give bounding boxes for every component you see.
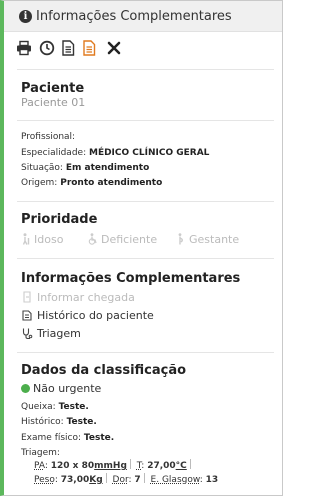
divider [17,201,274,202]
situacao-value: Em atendimento [65,163,150,173]
divider [17,352,274,353]
t-unit: °C [175,461,187,471]
info-panel: i Informações Complementares Paciente Pa… [0,0,283,496]
especialidade-value: MÉDICO CLÍNICO GERAL [88,148,210,158]
t-label: T [136,461,142,471]
dor-label: Dor [112,475,129,485]
vitals-row-2: Peso: 73,00Kg Dor: 7 E. Glasgow: 13 [34,473,219,485]
info-icon: i [19,10,32,23]
pregnant-icon [178,233,183,245]
situacao-row: Situação: Em atendimento [21,163,150,173]
divider [17,258,274,259]
wheelchair-icon [88,233,97,245]
arrival-icon [23,291,31,303]
history-icon [22,310,32,321]
historico-paciente-action[interactable]: Histórico do paciente [21,309,154,322]
elderly-icon [22,233,30,245]
report-icon[interactable] [81,40,97,56]
profissional-row: Profissional: [21,132,76,142]
risk-label: Não urgente [33,382,102,395]
peso-value: 73,00 [60,475,90,485]
historico-row: Histórico: Teste. [21,417,97,427]
priority-deficiente: Deficiente [88,233,157,246]
peso-unit: Kg [89,475,103,485]
document-icon[interactable] [60,40,76,56]
origem-row: Origem: Pronto atendimento [21,178,163,188]
print-icon[interactable] [16,40,32,56]
dor-value: 7 [134,475,141,485]
exame-fisico-row: Exame físico: Teste. [21,433,115,443]
glasgow-value: 13 [205,475,219,485]
divider [17,120,274,121]
clock-icon[interactable] [39,40,55,56]
pa-value: 120 x 80 [50,461,95,471]
vitals-row-1: PA: 120 x 80mmHg T: 27,00°C [34,459,194,471]
close-icon[interactable] [106,40,122,56]
risk-classification: Não urgente [21,382,101,395]
priority-heading: Prioridade [21,212,98,227]
complementares-heading: Informações Complementares [21,271,241,286]
origem-value: Pronto atendimento [60,178,163,188]
triagem-action[interactable]: Triagem [21,327,81,340]
classificacao-heading: Dados da classificação [21,363,187,378]
divider [17,69,274,70]
stethoscope-icon [22,328,33,339]
priority-idoso: Idoso [21,233,63,246]
panel-title: Informações Complementares [36,9,232,24]
pa-label: PA [34,461,45,471]
panel-header: i Informações Complementares [4,1,282,32]
queixa-row: Queixa: Teste. [21,402,89,412]
t-value: 27,00 [147,461,176,471]
informar-chegada-action[interactable]: Informar chegada [21,291,135,304]
priority-gestante: Gestante [176,233,239,246]
glasgow-label: E. Glasgow [150,475,200,485]
peso-label: Peso [34,475,55,485]
patient-name: Paciente 01 [21,96,86,109]
risk-status-dot [21,384,30,393]
especialidade-row: Especialidade: MÉDICO CLÍNICO GERAL [21,148,210,158]
patient-heading: Paciente [21,81,85,96]
triagem-row: Triagem: [21,448,60,458]
pa-unit: mmHg [94,461,127,471]
